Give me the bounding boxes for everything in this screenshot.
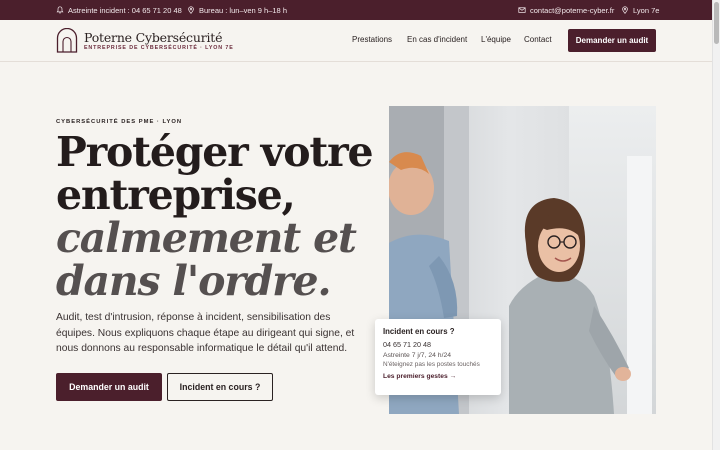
bell-icon: [56, 6, 64, 14]
hero-lead: Audit, test d'intrusion, réponse à incid…: [56, 312, 355, 355]
hero-title-line: Protéger votre: [56, 128, 374, 176]
incident-card-advice: N'éteignez pas les postes touchés: [383, 361, 480, 368]
nav-item-incident[interactable]: En cas d'incident: [407, 35, 467, 44]
email-text: contact@poterne-cyber.fr: [530, 5, 615, 15]
location-pin-icon: [188, 6, 194, 14]
incident-button[interactable]: Incident en cours ?: [167, 373, 273, 401]
incident-card-availability: Astreinte 7 j/7, 24 h/24: [383, 352, 452, 359]
hotline-text: Astreinte incident : 04 65 71 20 48: [68, 5, 182, 15]
top-info-bar: Astreinte incident : 04 65 71 20 48 Bure…: [0, 0, 712, 20]
office-hours-info: Bureau : lun–ven 9 h–18 h: [187, 0, 287, 20]
incident-card: Incident en cours ? 04 65 71 20 48 Astre…: [375, 319, 501, 395]
first-steps-link[interactable]: Les premiers gestes →: [383, 373, 493, 380]
city-info: Lyon 7e: [621, 0, 659, 20]
incident-card-title: Incident en cours ?: [383, 327, 455, 336]
email-link[interactable]: contact@poterne-cyber.fr: [518, 0, 614, 20]
gate-logo-icon[interactable]: [56, 28, 78, 53]
office-hours-text: Bureau : lun–ven 9 h–18 h: [199, 5, 287, 15]
mail-icon: [518, 7, 526, 13]
hero-title-line: entreprise,: [56, 171, 296, 219]
incident-card-phone[interactable]: 04 65 71 20 48: [383, 340, 493, 349]
scrollbar-thumb[interactable]: [714, 2, 719, 44]
nav-item-contact[interactable]: Contact: [524, 35, 552, 44]
brand-name[interactable]: Poterne Cybersécurité: [84, 30, 223, 45]
request-audit-button[interactable]: Demander un audit: [56, 373, 162, 401]
header-audit-button[interactable]: Demander un audit: [568, 29, 656, 52]
hero-title-line-italic: dans l'ordre.: [56, 257, 332, 305]
location-pin-icon: [622, 6, 628, 14]
nav-item-equipe[interactable]: L'équipe: [481, 35, 511, 44]
nav-item-prestations[interactable]: Prestations: [352, 35, 392, 44]
brand-tagline: ENTREPRISE DE CYBERSÉCURITÉ · LYON 7E: [84, 45, 234, 51]
hero-title-line-italic: calmement et: [56, 214, 357, 262]
hero-eyebrow: CYBERSÉCURITÉ DES PME · LYON: [56, 119, 183, 125]
city-text: Lyon 7e: [633, 5, 660, 15]
hero-title: Protéger votre entreprise, calmement et …: [56, 128, 374, 305]
site-header: Poterne Cybersécurité ENTREPRISE DE CYBE…: [0, 20, 712, 62]
hotline-info[interactable]: Astreinte incident : 04 65 71 20 48: [56, 0, 182, 20]
page-scrollbar[interactable]: [712, 0, 720, 450]
